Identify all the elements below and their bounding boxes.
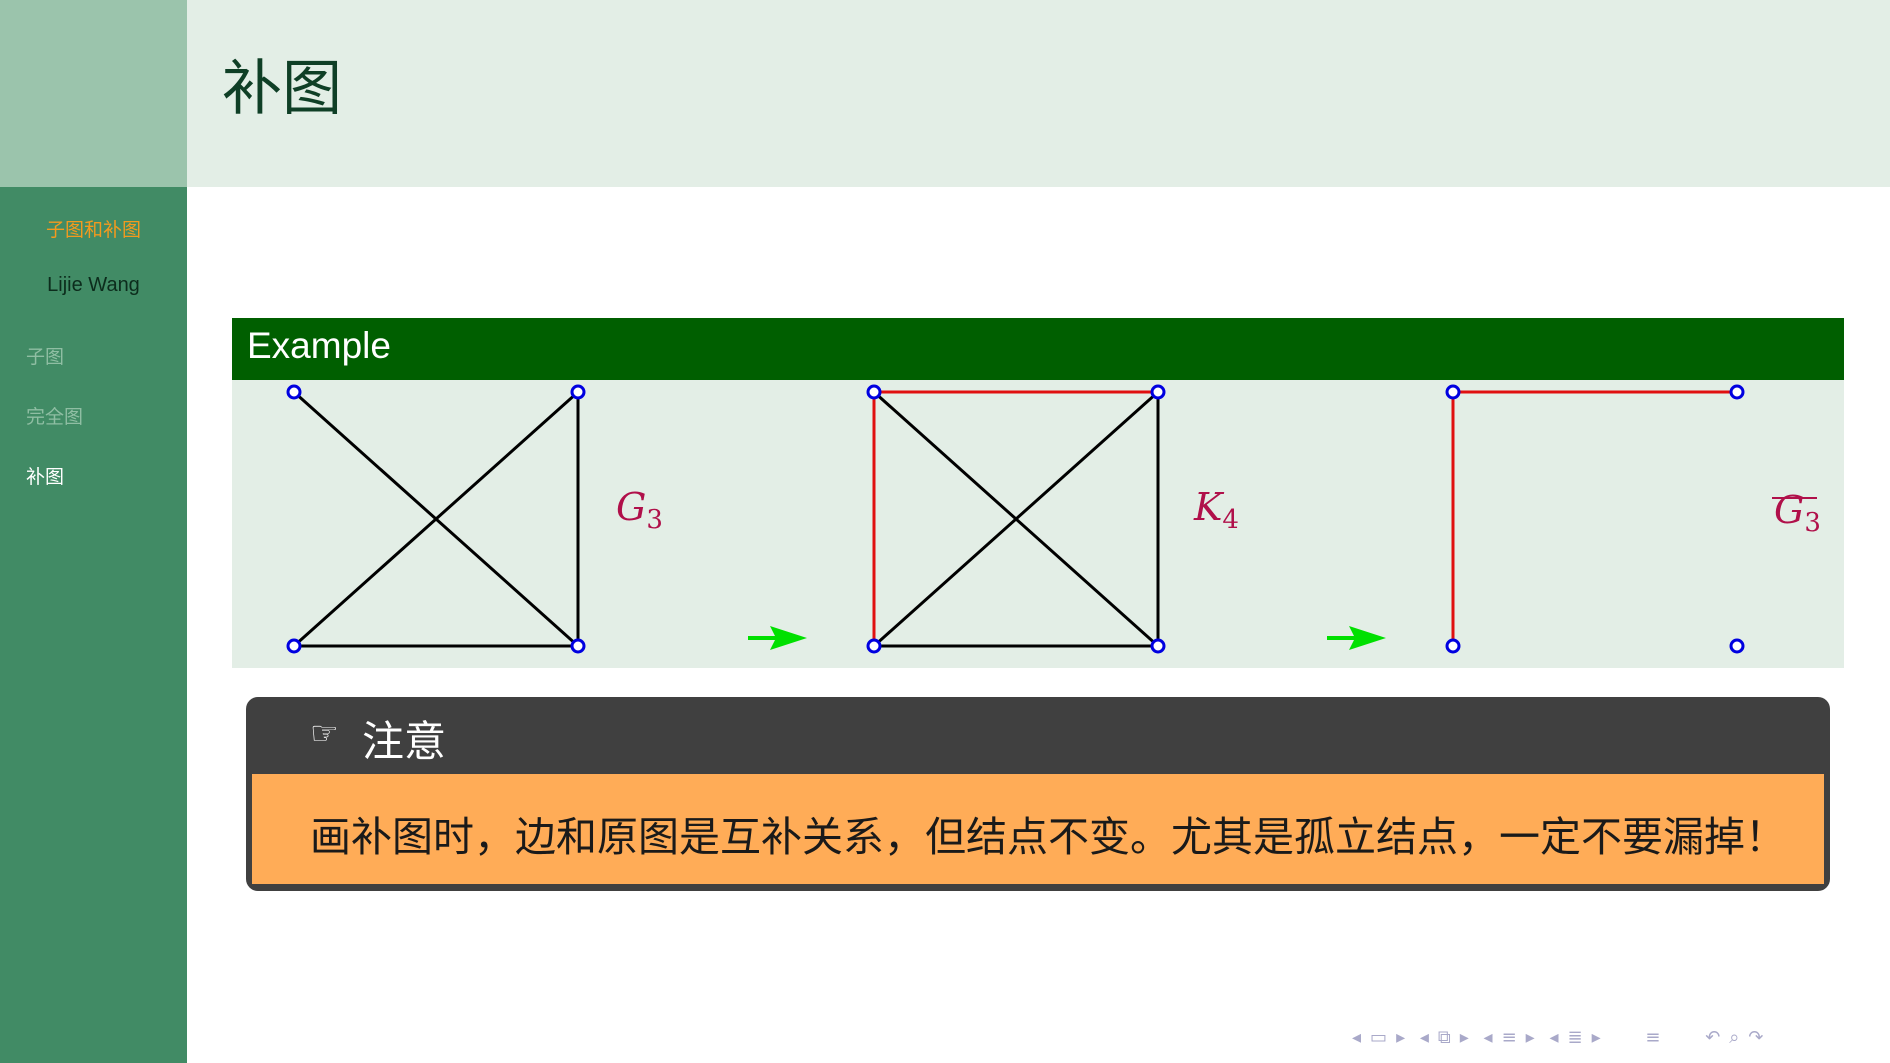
sidebar-item-complement[interactable]: 补图 xyxy=(26,465,83,525)
section-icon[interactable]: ≡ xyxy=(1502,1027,1517,1048)
graph-illustration: G3 K4 G3 xyxy=(286,384,1821,654)
vertex xyxy=(286,638,302,654)
vertex xyxy=(570,638,586,654)
next-frame-icon[interactable]: ▸ xyxy=(1396,1027,1405,1048)
prev-section-icon[interactable]: ◂ xyxy=(1484,1027,1493,1048)
vertex xyxy=(1445,638,1461,654)
next-subsection-icon[interactable]: ▸ xyxy=(1460,1027,1469,1048)
back-icon[interactable]: ↶ xyxy=(1705,1027,1720,1048)
next-appendix-icon[interactable]: ▸ xyxy=(1592,1027,1601,1048)
example-header xyxy=(232,318,1844,380)
frame-header xyxy=(187,0,1890,187)
next-section-icon[interactable]: ▸ xyxy=(1526,1027,1535,1048)
subsection-icon[interactable]: ⧉ xyxy=(1438,1027,1451,1048)
graph-g3: G3 xyxy=(286,384,663,654)
note-text: 画补图时，边和原图是互补关系，但结点不变。尤其是孤立结点，一定不要漏掉！ xyxy=(310,813,1786,861)
appendix-icon[interactable]: ≣ xyxy=(1568,1027,1583,1048)
vertex xyxy=(570,384,586,400)
example-title: Example xyxy=(247,325,391,366)
deck-title[interactable]: 子图和补图 xyxy=(0,215,187,242)
sidebar-item-complete-graph[interactable]: 完全图 xyxy=(26,405,83,465)
page-title: 补图 xyxy=(222,54,342,124)
frame-icon[interactable]: ▭ xyxy=(1370,1027,1387,1048)
vertex xyxy=(1150,638,1166,654)
beamer-navigation: ◂ ▭ ▸ ◂ ⧉ ▸ ◂ ≡ ▸ ◂ ≣ ▸ ≡ ↶ ⌕ ↷ xyxy=(1352,1027,1772,1048)
pointing-hand-icon: ☞ xyxy=(310,714,339,752)
vertex xyxy=(1729,384,1745,400)
sidebar xyxy=(0,187,187,1063)
graph-k4: K4 xyxy=(866,384,1239,654)
vertex xyxy=(866,638,882,654)
arrow-icon xyxy=(748,626,807,650)
sidebar-item-subgraph[interactable]: 子图 xyxy=(26,345,83,405)
deck-author[interactable]: Lijie Wang xyxy=(0,274,187,297)
vertex xyxy=(1445,384,1461,400)
search-icon[interactable]: ⌕ xyxy=(1729,1027,1739,1048)
graph-g3-complement: G3 xyxy=(1445,384,1821,654)
prev-appendix-icon[interactable]: ◂ xyxy=(1549,1027,1558,1048)
sidebar-logo-area xyxy=(0,0,187,187)
vertex xyxy=(866,384,882,400)
prev-frame-icon[interactable]: ◂ xyxy=(1352,1027,1361,1048)
vertex xyxy=(286,384,302,400)
graph-label-g3: G3 xyxy=(616,485,663,535)
forward-icon[interactable]: ↷ xyxy=(1748,1027,1763,1048)
prev-subsection-icon[interactable]: ◂ xyxy=(1420,1027,1429,1048)
vertex xyxy=(1729,638,1745,654)
vertex xyxy=(1150,384,1166,400)
arrow-icon xyxy=(1327,626,1386,650)
sidebar-nav: 子图 完全图 补图 xyxy=(26,345,83,525)
note-title: 注意 xyxy=(362,717,447,766)
graph-label-g3-complement: G3 xyxy=(1774,488,1821,538)
toc-icon[interactable]: ≡ xyxy=(1645,1027,1660,1048)
graph-label-k4: K4 xyxy=(1193,485,1239,535)
